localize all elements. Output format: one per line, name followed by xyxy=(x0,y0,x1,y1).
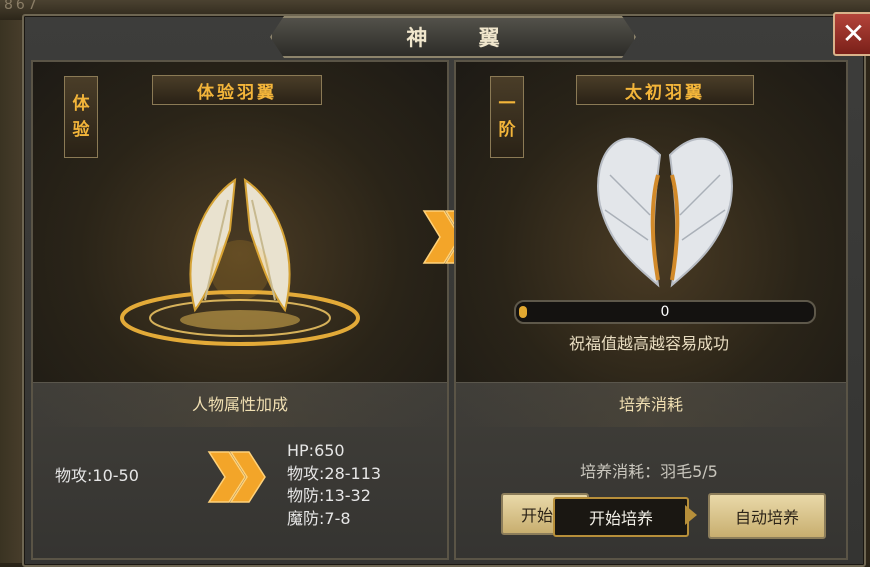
training-cost-title: 培养消耗 xyxy=(456,383,846,427)
tier-tag-char-2: 阶 xyxy=(498,120,516,140)
feather-cost: 培养消耗：羽毛5/5 xyxy=(580,462,718,481)
close-button[interactable]: ✕ xyxy=(833,12,870,56)
trial-tag: 体 验 xyxy=(64,76,98,158)
progress-value: 0 xyxy=(660,304,670,320)
tooltip-text: 开始培养 xyxy=(588,509,653,528)
auto-training-button[interactable]: 自动培养 xyxy=(708,493,826,539)
current-attack-stat: 物攻:10-50 xyxy=(55,466,139,485)
window-title-plate: 神 翼 xyxy=(270,16,636,58)
window-title: 神 翼 xyxy=(406,25,522,50)
stat-physical-defense: 物防:13-32 xyxy=(287,486,371,505)
trial-tag-char-2: 验 xyxy=(72,120,90,140)
blessing-progress-bar: 0 xyxy=(514,300,816,324)
primordial-wings-image xyxy=(597,137,733,288)
tooltip-pointer xyxy=(685,505,697,525)
stat-magic-defense: 魔防:7-8 xyxy=(287,508,351,528)
tier-tag-char-1: 一 xyxy=(498,94,516,114)
upgraded-stats-list: HP:650 物攻:28-113 物防:13-32 魔防:7-8 xyxy=(287,440,381,530)
start-training-tooltip: 开始培养 xyxy=(553,497,689,537)
auto-training-label: 自动培养 xyxy=(734,508,799,527)
next-wing-name-text: 太初羽翼 xyxy=(625,82,705,103)
tier-tag: 一 阶 xyxy=(490,76,524,158)
stat-physical-attack: 物攻:28-113 xyxy=(287,463,382,483)
next-wing-name: 太初羽翼 xyxy=(576,75,754,105)
trial-wings-image xyxy=(120,177,360,346)
stat-hp: HP:650 xyxy=(287,441,345,460)
close-icon: ✕ xyxy=(841,17,866,50)
current-wing-name: 体验羽翼 xyxy=(152,75,322,105)
current-wing-name-text: 体验羽翼 xyxy=(197,82,277,103)
trial-tag-char-1: 体 xyxy=(72,94,90,114)
progress-fill xyxy=(519,306,527,318)
attribute-bonus-title: 人物属性加成 xyxy=(33,383,447,427)
stat-upgrade-arrow-icon xyxy=(207,451,266,503)
blessing-hint: 祝福值越高越容易成功 xyxy=(568,334,729,353)
background-number: 867 xyxy=(4,0,40,13)
